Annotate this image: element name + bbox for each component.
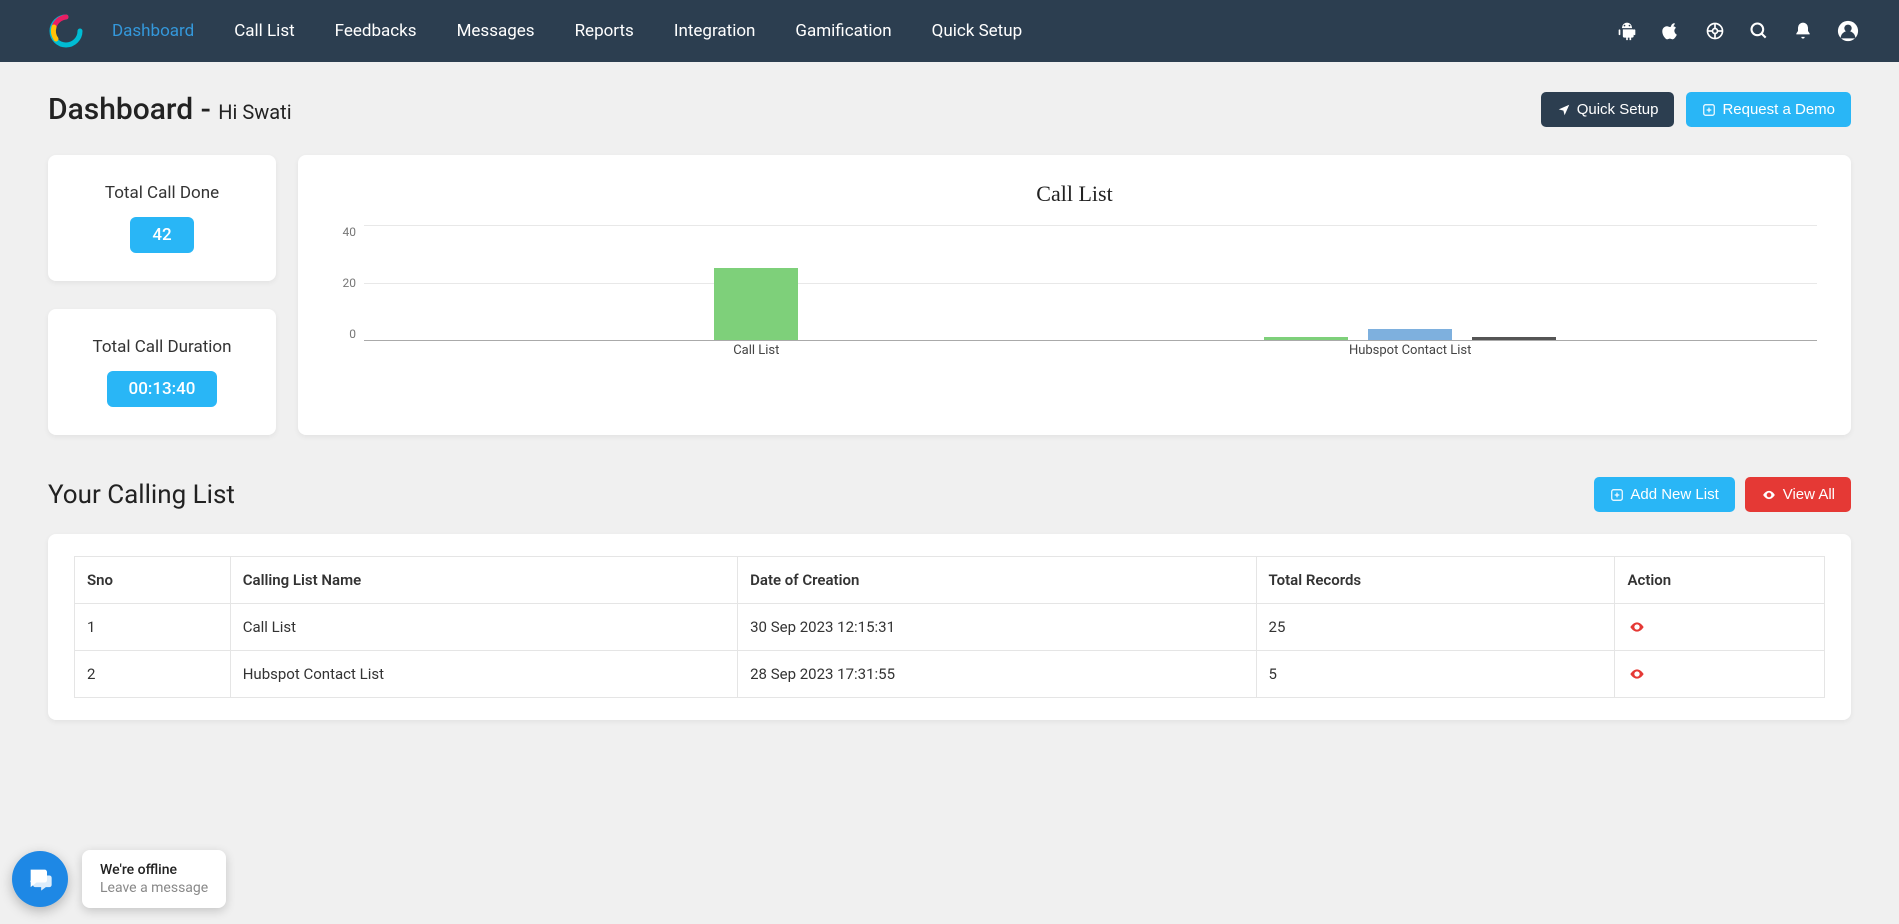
view-row-icon[interactable]: [1627, 619, 1812, 635]
total-duration-value: 00:13:40: [107, 371, 218, 407]
nav-gamification[interactable]: Gamification: [795, 21, 891, 41]
chart-bar: [1264, 337, 1348, 340]
x-label: Call List: [733, 343, 779, 358]
y-tick: 0: [328, 327, 356, 341]
chart-card: Call List 40 20 0 Call List Hubspot Contact…: [298, 155, 1851, 435]
chart-bar: [1472, 337, 1556, 340]
nav-icons: [1617, 20, 1859, 42]
table-header: Date of Creation: [738, 557, 1256, 604]
plus-square-icon: [1702, 103, 1716, 117]
table-header: Total Records: [1256, 557, 1615, 604]
plus-square-icon: [1610, 488, 1624, 502]
table-row: 2Hubspot Contact List28 Sep 2023 17:31:5…: [75, 651, 1825, 698]
chart-area: 40 20 0 Call List Hubspot Contact List: [328, 225, 1821, 365]
y-tick: 20: [328, 276, 356, 290]
total-calls-card: Total Call Done 42: [48, 155, 276, 281]
search-icon[interactable]: [1749, 21, 1769, 41]
chat-message[interactable]: We're offline Leave a message: [82, 850, 226, 908]
table-row: 1Call List30 Sep 2023 12:15:3125: [75, 604, 1825, 651]
navbar: Dashboard Call List Feedbacks Messages Repor…: [0, 0, 1899, 62]
nav-integration[interactable]: Integration: [674, 21, 756, 41]
total-duration-label: Total Call Duration: [66, 337, 258, 357]
total-duration-card: Total Call Duration 00:13:40: [48, 309, 276, 435]
cursor-icon: [1557, 103, 1571, 117]
calling-list-title: Your Calling List: [48, 480, 235, 510]
total-calls-value: 42: [130, 217, 193, 253]
calling-list-table-card: SnoCalling List NameDate of CreationTota…: [48, 534, 1851, 720]
chart-title: Call List: [328, 181, 1821, 207]
table-header: Action: [1615, 557, 1825, 604]
chart-bar: [714, 268, 798, 340]
view-row-icon[interactable]: [1627, 666, 1812, 682]
calling-list-table: SnoCalling List NameDate of CreationTota…: [74, 556, 1825, 698]
chart-bar: [1368, 329, 1452, 341]
nav-links: Dashboard Call List Feedbacks Messages Repor…: [112, 21, 1022, 41]
add-new-list-button[interactable]: Add New List: [1594, 477, 1734, 512]
nav-call-list[interactable]: Call List: [234, 21, 294, 41]
nav-messages[interactable]: Messages: [457, 21, 535, 41]
page-header: Dashboard - Hi Swati Quick Setup Request…: [48, 92, 1851, 127]
app-logo: [48, 13, 84, 49]
user-icon[interactable]: [1837, 20, 1859, 42]
y-tick: 40: [328, 225, 356, 239]
total-calls-label: Total Call Done: [66, 183, 258, 203]
page-title: Dashboard - Hi Swati: [48, 92, 292, 127]
table-header: Sno: [75, 557, 231, 604]
eye-icon: [1761, 488, 1777, 502]
chat-bubble-icon[interactable]: [12, 851, 68, 907]
chat-widget[interactable]: We're offline Leave a message: [12, 850, 226, 908]
nav-feedbacks[interactable]: Feedbacks: [335, 21, 417, 41]
view-all-button[interactable]: View All: [1745, 477, 1851, 512]
calling-list-header: Your Calling List Add New List View All: [48, 477, 1851, 512]
table-header: Calling List Name: [230, 557, 737, 604]
request-demo-button[interactable]: Request a Demo: [1686, 92, 1851, 127]
nav-quick-setup[interactable]: Quick Setup: [932, 21, 1023, 41]
quick-setup-button[interactable]: Quick Setup: [1541, 92, 1675, 127]
help-icon[interactable]: [1705, 21, 1725, 41]
x-label: Hubspot Contact List: [1349, 343, 1471, 358]
nav-reports[interactable]: Reports: [575, 21, 634, 41]
apple-icon[interactable]: [1661, 21, 1681, 41]
nav-dashboard[interactable]: Dashboard: [112, 21, 194, 41]
android-icon[interactable]: [1617, 21, 1637, 41]
bell-icon[interactable]: [1793, 21, 1813, 41]
